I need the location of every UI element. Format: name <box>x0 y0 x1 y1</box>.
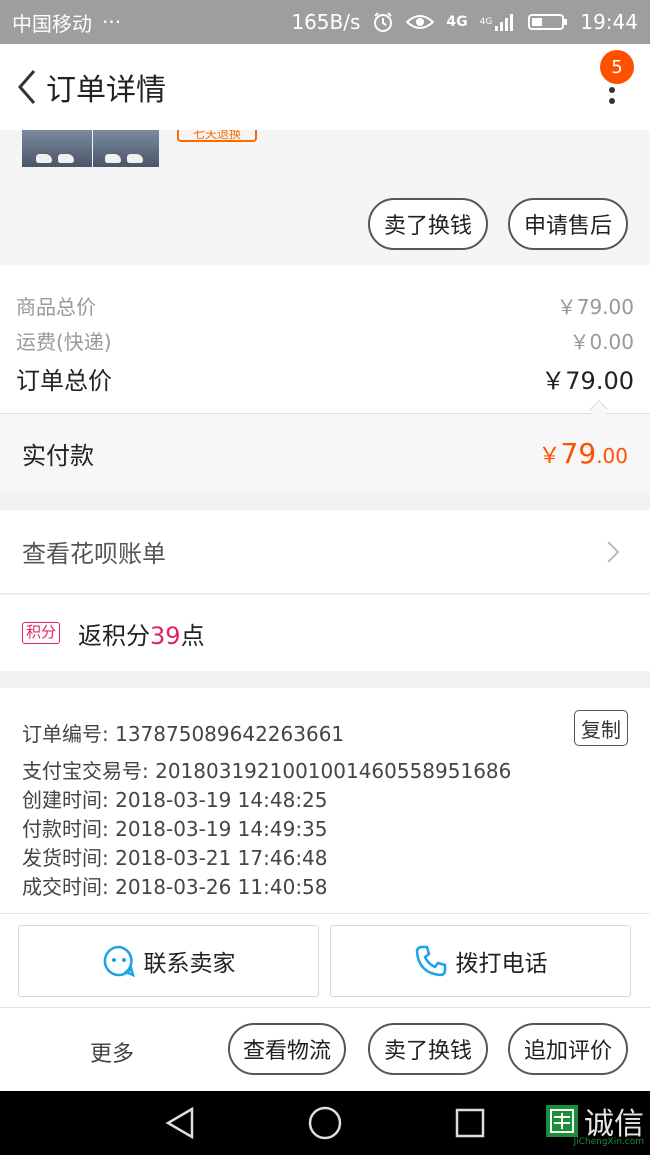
shipping-label: 运费(快递) <box>16 330 112 354</box>
circle-home-icon <box>308 1106 342 1140</box>
contact-seller-button[interactable]: 联系卖家 <box>18 925 319 997</box>
status-dots: ··· <box>102 10 122 34</box>
notification-badge: 5 <box>600 50 634 84</box>
alarm-icon <box>372 11 394 33</box>
order-number: 订单编号: 137875089642263661 <box>22 722 345 746</box>
resell-button[interactable]: 卖了换钱 <box>368 198 488 250</box>
price-summary: 商品总价 ￥79.00 运费(快递) ￥0.00 订单总价 ￥79.00 <box>0 265 650 413</box>
triangle-back-icon <box>165 1106 194 1140</box>
huabei-bill-row[interactable]: 查看花呗账单 <box>0 510 650 594</box>
shipping-value: ￥0.00 <box>569 330 634 354</box>
system-back-button[interactable] <box>160 1103 200 1143</box>
chevron-left-icon <box>18 70 36 104</box>
copy-button[interactable]: 复制 <box>574 710 628 746</box>
currency-symbol: ￥ <box>538 444 561 469</box>
more-dot-icon <box>609 98 615 104</box>
call-phone-button[interactable]: 拨打电话 <box>330 925 631 997</box>
bottom-action-bar: 更多 查看物流 卖了换钱 追加评价 <box>0 1007 650 1091</box>
network-type-label: 4G <box>446 14 468 30</box>
phone-icon <box>415 945 446 977</box>
system-navigation-bar: 诚信 JiChengXin.com <box>0 1091 650 1155</box>
resell-button-bottom[interactable]: 卖了换钱 <box>368 1023 488 1075</box>
more-dot-icon <box>609 87 615 93</box>
order-total-label: 订单总价 <box>16 367 112 395</box>
system-recents-button[interactable] <box>450 1103 490 1143</box>
return-policy-tag: 七天退换 <box>177 130 257 142</box>
product-thumbnail[interactable] <box>22 130 92 167</box>
network-speed: 165B/s <box>291 10 361 34</box>
after-sales-button[interactable]: 申请售后 <box>508 198 628 250</box>
eye-icon <box>406 13 435 31</box>
shipping-time: 发货时间: 2018-03-21 17:46:48 <box>22 846 328 870</box>
points-row: 积分 返积分39点 <box>0 595 650 671</box>
goods-total-value: ￥79.00 <box>556 295 634 319</box>
view-logistics-button[interactable]: 查看物流 <box>228 1023 346 1075</box>
watermark-url: JiChengXin.com <box>573 1137 644 1147</box>
actual-payment-label: 实付款 <box>22 442 94 470</box>
points-badge: 积分 <box>22 622 61 644</box>
points-text: 返积分39点 <box>78 616 205 651</box>
points-number: 39 <box>150 621 181 650</box>
huabei-bill-label: 查看花呗账单 <box>22 540 166 568</box>
more-options-button[interactable]: 更多 <box>90 1036 134 1068</box>
watermark-logo-icon <box>546 1105 578 1137</box>
system-home-button[interactable] <box>305 1103 345 1143</box>
order-info-section: 订单编号: 137875089642263661 复制 支付宝交易号: 2018… <box>0 688 650 914</box>
page-title: 订单详情 <box>46 73 166 108</box>
points-prefix: 返积分 <box>78 621 151 650</box>
chevron-right-icon <box>598 537 628 567</box>
clock-time: 19:44 <box>580 10 638 34</box>
shipping-row: 运费(快递) ￥0.00 <box>16 326 634 355</box>
signal-icon: 4G <box>480 12 517 32</box>
goods-total-row: 商品总价 ￥79.00 <box>16 291 634 320</box>
status-bar: 中国移动 ··· 165B/s 4G 4G 19:44 <box>0 0 650 44</box>
product-section: 七天退换 卖了换钱 申请售后 <box>0 130 650 265</box>
payment-time: 付款时间: 2018-03-19 14:49:35 <box>22 817 328 841</box>
completion-time: 成交时间: 2018-03-26 11:40:58 <box>22 875 328 899</box>
actual-payment-row: 实付款 ￥79.00 <box>0 413 650 493</box>
goods-total-label: 商品总价 <box>16 295 96 319</box>
contact-section: 联系卖家 拨打电话 <box>0 914 650 1007</box>
alipay-trade-number: 支付宝交易号: 2018031921001001460558951686 <box>22 759 512 783</box>
call-phone-label: 拨打电话 <box>455 951 548 977</box>
actual-payment-amount: ￥79.00 <box>539 437 628 470</box>
contact-seller-label: 联系卖家 <box>143 951 236 977</box>
order-total-value: ￥79.00 <box>541 367 634 395</box>
battery-icon <box>528 12 568 32</box>
add-review-button[interactable]: 追加评价 <box>508 1023 628 1075</box>
navigation-bar: 订单详情 5 <box>0 44 650 130</box>
back-button[interactable] <box>6 57 46 117</box>
chat-icon <box>103 945 135 978</box>
network-type-label-2: 4G <box>479 17 493 27</box>
order-total-row: 订单总价 ￥79.00 <box>16 361 634 396</box>
carrier-name: 中国移动 <box>12 11 92 36</box>
points-suffix: 点 <box>180 621 205 650</box>
square-recents-icon <box>455 1108 485 1138</box>
product-thumbnail[interactable] <box>93 130 159 167</box>
amount-integer: 79 <box>560 437 597 470</box>
amount-decimal: .00 <box>596 444 628 468</box>
created-time: 创建时间: 2018-03-19 14:48:25 <box>22 788 328 812</box>
